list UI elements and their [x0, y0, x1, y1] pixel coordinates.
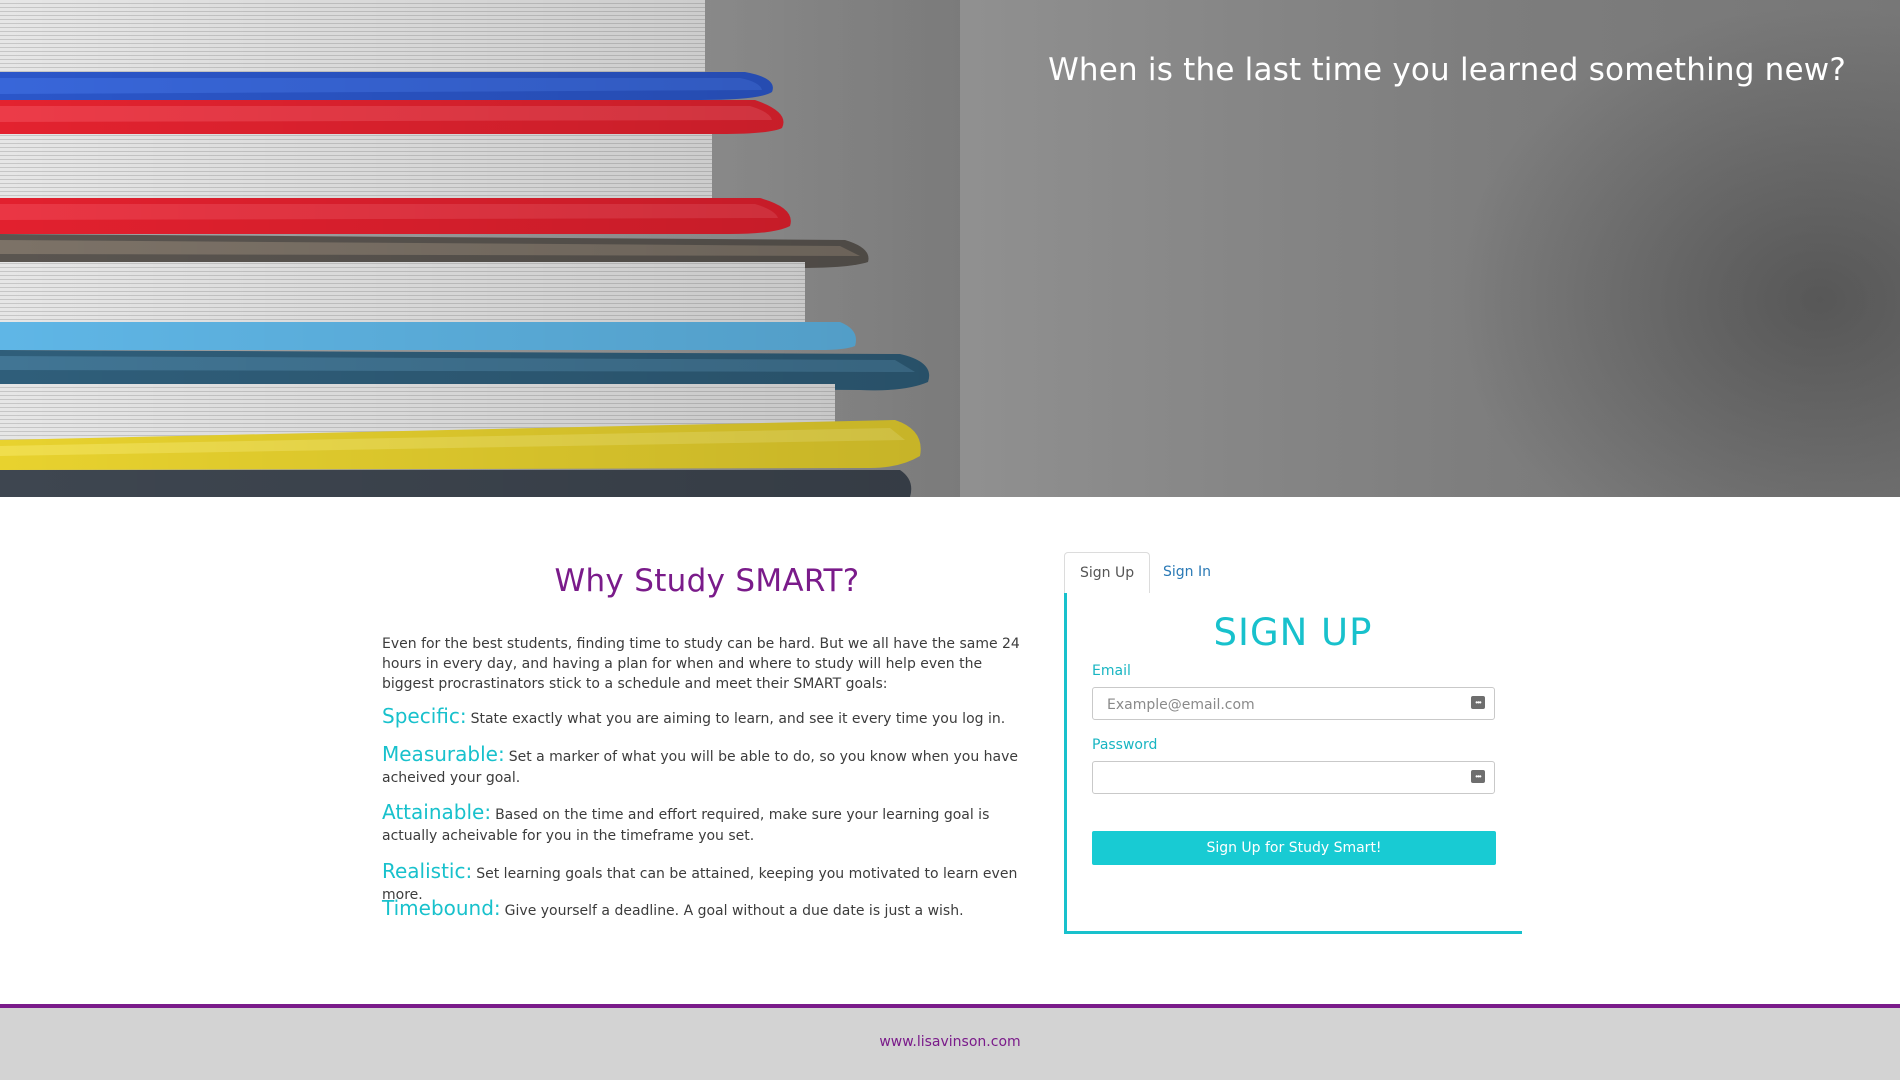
goal-term: Attainable:: [382, 800, 492, 824]
goal-text: State exactly what you are aiming to lea…: [470, 711, 1006, 727]
goal-timebound: Timebound: Give yourself a deadline. A go…: [382, 898, 1032, 922]
email-field[interactable]: [1105, 688, 1469, 721]
goal-term: Timebound:: [382, 896, 501, 920]
auth-tabs: Sign Up Sign In: [1064, 552, 1522, 595]
hero-banner: When is the last time you learned someth…: [0, 0, 1900, 497]
goal-specific: Specific: State exactly what you are aimi…: [382, 706, 1032, 730]
password-field-wrapper: •••: [1092, 761, 1495, 795]
sign-up-heading: SIGN UP: [1213, 611, 1373, 654]
goal-term: Measurable:: [382, 742, 505, 766]
tab-sign-up[interactable]: Sign Up: [1064, 552, 1151, 595]
intro-paragraph: Even for the best students, finding time…: [382, 636, 1020, 692]
password-label: Password: [1092, 737, 1158, 753]
email-label: Email: [1092, 663, 1131, 679]
hero-tagline: When is the last time you learned someth…: [1048, 52, 1846, 88]
goal-text: Give yourself a deadline. A goal without…: [504, 903, 964, 919]
password-manager-key-icon[interactable]: •••: [1471, 770, 1485, 783]
goal-measurable: Measurable: Set a marker of what you will…: [382, 744, 1032, 789]
goal-term: Specific:: [382, 704, 467, 728]
password-field[interactable]: [1105, 762, 1469, 795]
password-manager-key-icon[interactable]: •••: [1471, 696, 1485, 709]
goal-attainable: Attainable: Based on the time and effort …: [382, 802, 1032, 847]
goal-term: Realistic:: [382, 859, 473, 883]
footer-website-link[interactable]: www.lisavinson.com: [0, 1034, 1900, 1050]
why-study-smart-heading: Why Study SMART?: [554, 563, 860, 599]
email-field-wrapper: •••: [1092, 687, 1495, 721]
tab-sign-in[interactable]: Sign In: [1148, 552, 1226, 592]
book-stack-image: [0, 0, 960, 497]
sign-up-submit-button[interactable]: Sign Up for Study Smart!: [1092, 831, 1496, 865]
